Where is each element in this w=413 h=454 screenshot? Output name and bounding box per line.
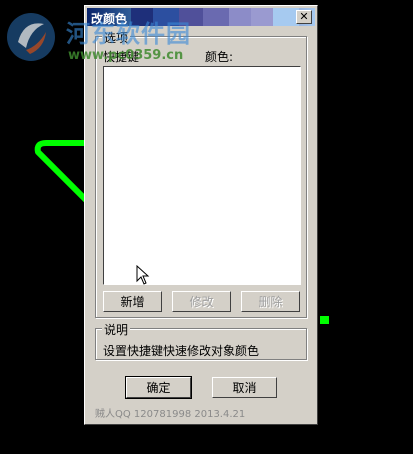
- add-button[interactable]: 新增: [103, 291, 162, 312]
- change-color-dialog: 改颜色 ✕ 选项 快捷键 颜色: 新增 修改 删除 说明 设置快捷键快速修改对象…: [84, 5, 318, 425]
- modify-button[interactable]: 修改: [172, 291, 231, 312]
- mouse-cursor-icon: [136, 265, 150, 285]
- cad-green-point: [320, 316, 329, 324]
- shortcut-color-list[interactable]: [103, 66, 301, 285]
- color-column-label: 颜色:: [205, 50, 234, 64]
- author-footer: 贼人QQ 120781998 2013.4.21: [95, 409, 246, 420]
- ok-button[interactable]: 确定: [125, 376, 192, 399]
- dialog-titlebar[interactable]: 改颜色 ✕: [87, 8, 315, 26]
- description-text: 设置快捷键快速修改对象颜色: [103, 344, 260, 358]
- cad-drawing-area[interactable]: 改颜色 ✕ 选项 快捷键 颜色: 新增 修改 删除 说明 设置快捷键快速修改对象…: [0, 0, 413, 454]
- dialog-title: 改颜色: [91, 12, 128, 26]
- options-group-label: 选项: [102, 29, 131, 46]
- close-button[interactable]: ✕: [296, 10, 312, 24]
- shortcut-column-label: 快捷键: [103, 50, 140, 64]
- cancel-button[interactable]: 取消: [212, 377, 277, 398]
- close-icon: ✕: [299, 10, 309, 23]
- delete-button[interactable]: 删除: [241, 291, 300, 312]
- description-group-label: 说明: [102, 321, 131, 338]
